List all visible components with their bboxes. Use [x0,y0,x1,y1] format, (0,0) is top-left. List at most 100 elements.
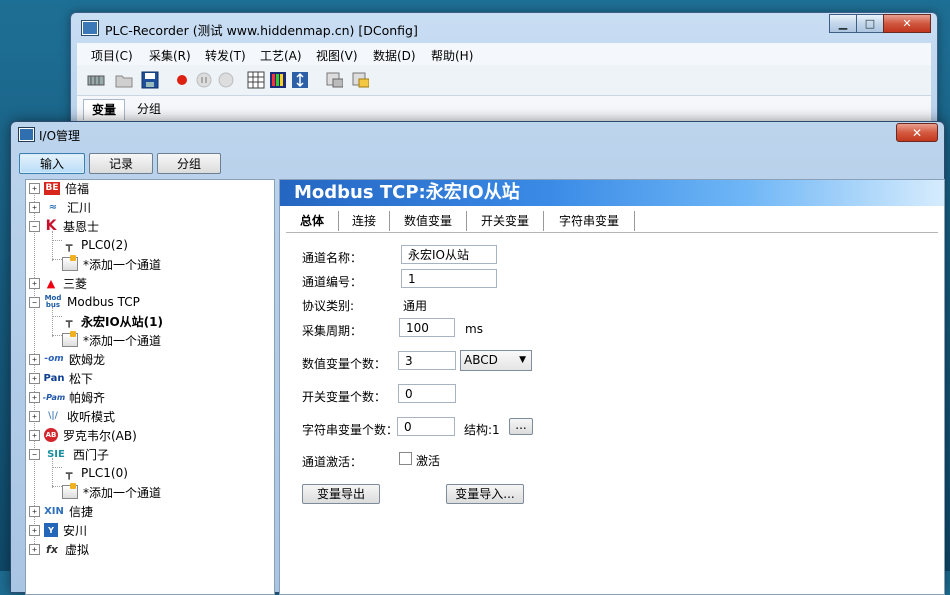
save-icon[interactable] [141,71,159,89]
channel-number-input[interactable]: 1 [401,269,497,288]
add-channel-icon [62,255,78,271]
expand-icon[interactable]: + [29,505,40,517]
tab-groups[interactable]: 分组 [129,99,169,119]
channel-number-label: 通道编号： [302,275,363,289]
tree-node-plc1[interactable]: ┳ PLC1(0) [62,464,128,482]
pause-icon[interactable] [195,71,213,89]
pamchi-logo-icon: -Pam [42,392,66,402]
tab-switch-vars[interactable]: 开关变量 [467,211,544,231]
expand-icon[interactable]: + [29,201,40,213]
minimize-button[interactable]: ▁ [829,14,857,33]
menu-process[interactable]: 工艺(A) [260,47,302,64]
panasonic-logo-icon: Pan [43,372,65,384]
tree-node-listen-mode[interactable]: + \|/ 收听模式 [29,407,115,425]
tree-node-modbus-tcp[interactable]: − Mod bus Modbus TCP [29,293,140,311]
expand-icon[interactable]: + [29,391,40,403]
io-titlebar: I/O管理 ✕ [11,122,944,148]
tree-label: Modbus TCP [67,295,140,309]
plc-icon: ┳ [65,238,73,252]
main-toolbar [77,65,931,96]
menu-view[interactable]: 视图(V) [316,47,358,64]
tab-variables[interactable]: 变量 [83,99,126,120]
channel-name-input[interactable]: 永宏IO从站 [401,245,497,264]
device-tree: + BE 倍福 + ≈ 汇川 − K 基恩士 ┳ PLC0(2) *添加一个通道… [25,179,275,595]
detail-title: Modbus TCP:永宏IO从站 [294,182,520,203]
record-icon[interactable] [173,71,191,89]
tree-node-inovance[interactable]: + ≈ 汇川 [29,198,91,216]
expand-icon[interactable]: + [29,524,40,536]
string-var-count-input[interactable]: 0 [397,417,455,436]
import-icon[interactable] [351,71,369,89]
import-variables-button[interactable]: 变量导入... [446,484,524,504]
tree-node-add-channel[interactable]: *添加一个通道 [62,483,161,501]
tab-general[interactable]: 总体 [286,211,339,231]
expand-icon[interactable]: + [29,353,40,365]
tree-node-add-channel[interactable]: *添加一个通道 [62,255,161,273]
tab-string-vars[interactable]: 字符串变量 [544,211,635,231]
tree-node-yonghong-io[interactable]: ┳ 永宏IO从站(1) [62,312,163,330]
tree-node-omron[interactable]: + -om 欧姆龙 [29,350,105,368]
detail-tabs: 总体 连接 数值变量 开关变量 字符串变量 [286,210,938,233]
tree-node-rockwell[interactable]: + AB 罗克韦尔(AB) [29,426,137,444]
collapse-icon[interactable]: − [29,296,40,308]
expand-icon[interactable]: + [29,543,40,555]
menu-help[interactable]: 帮助(H) [431,47,473,64]
maximize-button[interactable]: □ [856,14,884,33]
switch-var-count-label: 开关变量个数： [302,390,387,404]
io-tabs: 输入 记录 分组 [19,153,225,175]
switch-var-count-input[interactable]: 0 [398,384,456,403]
device-icon[interactable] [87,71,105,89]
tree-node-keyence[interactable]: − K 基恩士 [29,217,99,235]
sort-icon[interactable] [291,71,309,89]
tree-label: *添加一个通道 [83,257,162,272]
menu-collect[interactable]: 采集(R) [149,47,191,64]
tab-input[interactable]: 输入 [19,153,85,174]
tree-node-xinje[interactable]: + XIN 信捷 [29,502,93,520]
color-bars-icon[interactable] [269,71,287,89]
expand-icon[interactable]: + [29,410,40,422]
close-button[interactable]: ✕ [883,14,931,33]
keyence-logo-icon: K [45,218,57,234]
tab-record[interactable]: 记录 [89,153,153,174]
tree-node-plc0[interactable]: ┳ PLC0(2) [62,236,128,254]
expand-icon[interactable]: + [29,277,40,289]
tree-node-add-channel[interactable]: *添加一个通道 [62,331,161,349]
virtual-fx-icon: fx [46,542,58,556]
activate-checkbox[interactable] [399,452,412,465]
beckhoff-logo-icon: BE [44,181,60,195]
byte-order-select[interactable]: ABCD ▼ [460,350,532,371]
activate-text: 激活 [416,454,441,468]
expand-icon[interactable]: + [29,429,40,441]
io-close-button[interactable]: ✕ [896,123,938,142]
menu-project[interactable]: 项目(C) [91,47,133,64]
expand-icon[interactable]: + [29,182,40,194]
tree-node-beckhoff[interactable]: + BE 倍福 [29,180,89,197]
grid-icon[interactable] [247,71,265,89]
stop-icon[interactable] [217,71,235,89]
structure-button[interactable]: ... [509,418,533,435]
io-manager-dialog: I/O管理 ✕ 输入 记录 分组 + BE 倍福 + ≈ 汇川 − K 基恩士 … [10,121,945,595]
menu-bar: 项目(C) 采集(R) 转发(T) 工艺(A) 视图(V) 数据(D) 帮助(H… [77,43,931,65]
tree-node-virtual[interactable]: + fx 虚拟 [29,540,89,558]
tree-label: 欧姆龙 [69,352,106,367]
tree-node-mitsubishi[interactable]: + ▲ 三菱 [29,274,87,292]
collapse-icon[interactable]: − [29,448,40,460]
numeric-var-count-input[interactable]: 3 [398,351,456,370]
tab-group[interactable]: 分组 [157,153,221,174]
open-folder-icon[interactable] [115,71,133,89]
tree-label: 松下 [69,371,94,386]
export-icon[interactable] [325,71,343,89]
collect-period-input[interactable]: 100 [399,318,455,337]
menu-data[interactable]: 数据(D) [373,47,416,64]
tree-node-yaskawa[interactable]: + Y 安川 [29,521,87,539]
export-variables-button[interactable]: 变量导出 [302,484,380,504]
tab-numeric-vars[interactable]: 数值变量 [390,211,467,231]
tree-node-siemens[interactable]: − SIE 西门子 [29,445,109,463]
tab-connection[interactable]: 连接 [339,211,390,231]
collapse-icon[interactable]: − [29,220,40,232]
tree-node-pamchi[interactable]: + -Pam 帕姆齐 [29,388,105,406]
expand-icon[interactable]: + [29,372,40,384]
xinje-logo-icon: XIN [44,505,64,517]
tree-node-panasonic[interactable]: + Pan 松下 [29,369,93,387]
menu-forward[interactable]: 转发(T) [205,47,246,64]
